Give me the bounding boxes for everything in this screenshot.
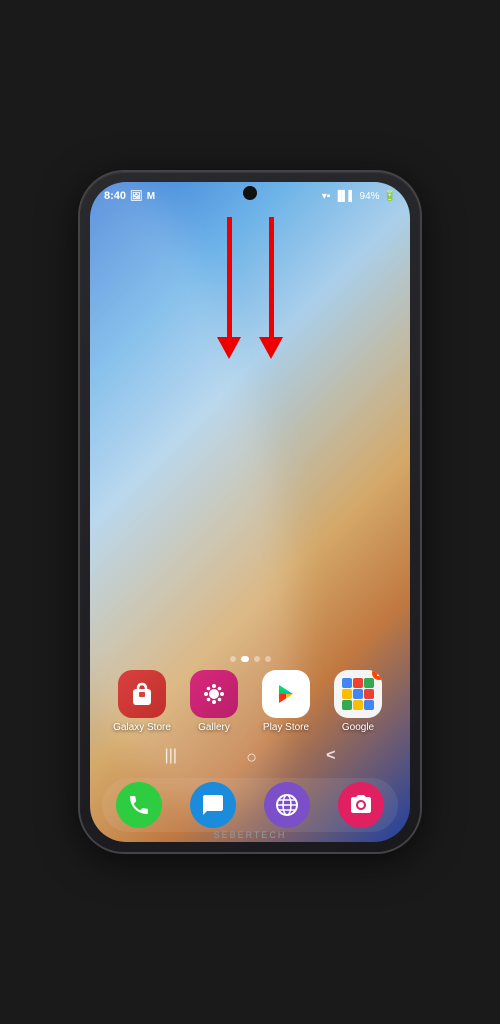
camera-notch bbox=[243, 186, 257, 200]
nav-recent-btn[interactable]: ||| bbox=[165, 747, 177, 768]
arrow-line-right bbox=[269, 217, 274, 337]
gallery-label: Gallery bbox=[198, 722, 230, 733]
phone-screen: 8:40 🖼 M ▾▪ ▐▌▌ 94% 🔋 bbox=[90, 182, 410, 842]
battery-percent: 94% bbox=[360, 191, 380, 202]
dot-4 bbox=[265, 656, 271, 662]
g-cell-assistant bbox=[353, 700, 363, 710]
g-cell-google bbox=[342, 678, 352, 688]
wifi-icon: ▾▪ bbox=[322, 191, 331, 202]
play-store-app[interactable]: Play Store bbox=[255, 670, 317, 733]
gallery-icon bbox=[190, 670, 238, 718]
phone-svg bbox=[127, 793, 151, 817]
dock-messages-app[interactable] bbox=[190, 782, 236, 828]
google-grid bbox=[342, 678, 374, 710]
battery-icon: 🔋 bbox=[384, 191, 396, 202]
google-label: Google bbox=[342, 722, 374, 733]
dock-phone-app[interactable] bbox=[116, 782, 162, 828]
signal-icon: ▐▌▌ bbox=[334, 191, 355, 202]
dot-3 bbox=[254, 656, 260, 662]
arrow-line-left bbox=[227, 217, 232, 337]
galaxy-store-icon bbox=[118, 670, 166, 718]
arrow-right bbox=[259, 217, 283, 359]
sebertech-label: SEBERTECH bbox=[214, 830, 287, 840]
app-row: Galaxy Store bbox=[95, 670, 405, 733]
time-display: 8:40 bbox=[104, 190, 126, 202]
nav-back-btn[interactable]: < bbox=[326, 747, 335, 768]
branding-text: SEBERTECH bbox=[90, 830, 410, 840]
arrow-head-left bbox=[217, 337, 241, 359]
status-left: 8:40 🖼 M bbox=[104, 190, 155, 202]
dot-1 bbox=[230, 656, 236, 662]
arrow-left bbox=[217, 217, 241, 359]
g-cell-drive bbox=[342, 689, 352, 699]
g-cell-maps bbox=[364, 678, 374, 688]
gallery-svg bbox=[200, 680, 228, 708]
g-cell-yt bbox=[353, 689, 363, 699]
messages-svg bbox=[201, 793, 225, 817]
google-app[interactable]: 2 bbox=[327, 670, 389, 733]
play-store-svg bbox=[272, 680, 300, 708]
g-cell-photos bbox=[342, 700, 352, 710]
gallery-app[interactable]: Gallery bbox=[183, 670, 245, 733]
google-icon: 2 bbox=[334, 670, 382, 718]
g-cell-gmail bbox=[353, 678, 363, 688]
play-store-icon bbox=[262, 670, 310, 718]
page-dots bbox=[230, 656, 271, 662]
dock-camera-app[interactable] bbox=[338, 782, 384, 828]
galaxy-store-app[interactable]: Galaxy Store bbox=[111, 670, 173, 733]
status-right: ▾▪ ▐▌▌ 94% 🔋 bbox=[322, 191, 396, 202]
photo-icon: 🖼 bbox=[130, 191, 143, 202]
internet-svg bbox=[275, 793, 299, 817]
dock-area: Galaxy Store bbox=[90, 656, 410, 774]
arrow-head-right bbox=[259, 337, 283, 359]
nav-home-btn[interactable]: ○ bbox=[246, 747, 257, 768]
dock-internet-app[interactable] bbox=[264, 782, 310, 828]
g-cell-duo bbox=[364, 689, 374, 699]
arrows-container bbox=[217, 217, 283, 359]
bottom-dock bbox=[102, 778, 398, 832]
play-store-label: Play Store bbox=[263, 722, 309, 733]
dot-2-active bbox=[241, 656, 249, 662]
g-cell-docs bbox=[364, 700, 374, 710]
m-icon: M bbox=[147, 191, 155, 202]
camera-svg bbox=[349, 793, 373, 817]
phone-frame: 8:40 🖼 M ▾▪ ▐▌▌ 94% 🔋 bbox=[80, 172, 420, 852]
galaxy-store-label: Galaxy Store bbox=[113, 722, 171, 733]
galaxy-store-svg bbox=[128, 680, 156, 708]
